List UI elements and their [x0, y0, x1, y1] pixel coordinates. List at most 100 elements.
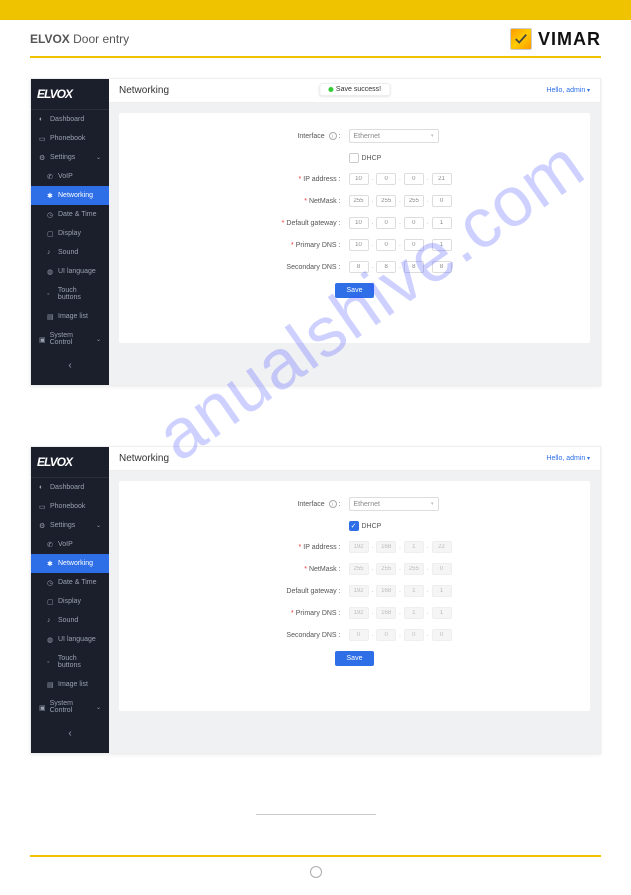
info-icon[interactable]: i — [329, 500, 337, 508]
label-gateway: *Default gateway : — [221, 220, 341, 227]
product-title: ELVOX Door entry — [30, 32, 129, 46]
sidebar: ELVOX ◐Dashboard ▭Phonebook ⚙Settings ✆V… — [31, 79, 109, 385]
gauge-icon: ◐ — [39, 116, 46, 123]
sound-icon: ♪ — [47, 617, 54, 624]
sidebar-item-sound[interactable]: ♪Sound — [31, 243, 109, 262]
save-success-toast: Save success! — [319, 83, 390, 96]
gauge-icon: ◐ — [39, 484, 46, 491]
vendor-logo: VIMAR — [510, 28, 601, 50]
book-icon: ▭ — [39, 503, 46, 510]
label-ipaddr: *IP address : — [221, 176, 341, 183]
gear-icon: ⚙ — [39, 154, 46, 161]
sidebar-item-dashboard[interactable]: ◐Dashboard — [31, 478, 109, 497]
separator-line — [256, 814, 376, 815]
success-icon — [328, 87, 333, 92]
page-header: ELVOX Door entry VIMAR — [0, 20, 631, 54]
sidebar-item-phonebook[interactable]: ▭Phonebook — [31, 129, 109, 148]
ipaddr-field[interactable]: ... — [349, 173, 489, 185]
pdns-field: ... — [349, 607, 489, 619]
phone-icon: ✆ — [47, 541, 54, 548]
control-icon: ▣ — [39, 704, 46, 711]
label-interface: Interface i : — [221, 500, 341, 508]
pdns-field[interactable]: ... — [349, 239, 489, 251]
page-number-circle — [0, 857, 631, 895]
dhcp-checkbox[interactable] — [349, 153, 359, 163]
save-button[interactable]: Save — [335, 283, 375, 298]
phone-icon: ✆ — [47, 173, 54, 180]
sidebar-item-display[interactable]: ▢Display — [31, 592, 109, 611]
main-panel: Networking Save success! Hello, admin In… — [109, 79, 600, 385]
sound-icon: ♪ — [47, 249, 54, 256]
form-panel: Interface i : Ethernet DHCP *IP address … — [119, 113, 590, 343]
sidebar-item-sound[interactable]: ♪Sound — [31, 611, 109, 630]
sidebar-item-settings[interactable]: ⚙Settings — [31, 148, 109, 167]
label-sdns: Secondary DNS : — [221, 264, 341, 271]
display-icon: ▢ — [47, 230, 54, 237]
sidebar-item-phonebook[interactable]: ▭Phonebook — [31, 497, 109, 516]
gateway-field[interactable]: ... — [349, 217, 489, 229]
netmask-field[interactable]: ... — [349, 195, 489, 207]
user-menu[interactable]: Hello, admin — [546, 455, 590, 462]
sidebar-collapse[interactable]: ‹ — [31, 720, 109, 747]
sidebar-collapse[interactable]: ‹ — [31, 352, 109, 379]
clock-icon: ◷ — [47, 579, 54, 586]
screenshot-2: ELVOX ◐Dashboard ▭Phonebook ⚙Settings ✆V… — [30, 446, 601, 754]
dhcp-checkbox[interactable]: ✓ — [349, 521, 359, 531]
sidebar-item-touch[interactable]: ◦Touch buttons — [31, 281, 109, 307]
netmask-field: ... — [349, 563, 489, 575]
book-icon: ▭ — [39, 135, 46, 142]
save-button[interactable]: Save — [335, 651, 375, 666]
main-topbar: Networking Hello, admin — [109, 447, 600, 471]
sidebar-item-display[interactable]: ▢Display — [31, 224, 109, 243]
label-sdns: Secondary DNS : — [221, 632, 341, 639]
sidebar-item-networking[interactable]: ✱Networking — [31, 186, 109, 205]
sidebar-item-voip[interactable]: ✆VoIP — [31, 535, 109, 554]
display-icon: ▢ — [47, 598, 54, 605]
gear-icon: ⚙ — [39, 522, 46, 529]
ip-seg[interactable] — [349, 173, 369, 185]
sdns-field: ... — [349, 629, 489, 641]
sidebar-logo: ELVOX — [31, 447, 109, 478]
dhcp-label: DHCP — [362, 155, 382, 162]
sidebar-item-dashboard[interactable]: ◐Dashboard — [31, 110, 109, 129]
form-panel: Interface i : Ethernet ✓ DHCP *IP addres… — [119, 481, 590, 711]
lang-icon: ◍ — [47, 636, 54, 643]
sidebar-item-syscontrol[interactable]: ▣System Control — [31, 694, 109, 720]
sidebar-item-datetime[interactable]: ◷Date & Time — [31, 205, 109, 224]
sidebar-item-imagelist[interactable]: ▤Image list — [31, 675, 109, 694]
lang-icon: ◍ — [47, 268, 54, 275]
interface-select[interactable]: Ethernet — [349, 497, 439, 511]
interface-select[interactable]: Ethernet — [349, 129, 439, 143]
sdns-field[interactable]: ... — [349, 261, 489, 273]
image-icon: ▤ — [47, 681, 54, 688]
sidebar: ELVOX ◐Dashboard ▭Phonebook ⚙Settings ✆V… — [31, 447, 109, 753]
page-title: Networking — [119, 453, 169, 464]
label-pdns: *Primary DNS : — [221, 610, 341, 617]
image-icon: ▤ — [47, 313, 54, 320]
label-netmask: *NetMask : — [221, 566, 341, 573]
sidebar-item-syscontrol[interactable]: ▣System Control — [31, 326, 109, 352]
sidebar-item-uilang[interactable]: ◍UI language — [31, 630, 109, 649]
sidebar-item-imagelist[interactable]: ▤Image list — [31, 307, 109, 326]
sidebar-item-networking[interactable]: ✱Networking — [31, 554, 109, 573]
sidebar-item-datetime[interactable]: ◷Date & Time — [31, 573, 109, 592]
screenshot-1: ELVOX ◐Dashboard ▭Phonebook ⚙Settings ✆V… — [30, 78, 601, 386]
label-ipaddr: *IP address : — [221, 544, 341, 551]
user-menu[interactable]: Hello, admin — [546, 87, 590, 94]
network-icon: ✱ — [47, 192, 54, 199]
vendor-name: VIMAR — [538, 29, 601, 50]
sidebar-item-settings[interactable]: ⚙Settings — [31, 516, 109, 535]
label-interface: Interface i : — [221, 132, 341, 140]
sidebar-item-uilang[interactable]: ◍UI language — [31, 262, 109, 281]
main-topbar: Networking Save success! Hello, admin — [109, 79, 600, 103]
page-top-bar — [0, 0, 631, 20]
control-icon: ▣ — [39, 336, 46, 343]
clock-icon: ◷ — [47, 211, 54, 218]
info-icon[interactable]: i — [329, 132, 337, 140]
gateway-field: ... — [349, 585, 489, 597]
sidebar-item-touch[interactable]: ◦Touch buttons — [31, 649, 109, 675]
sidebar-item-voip[interactable]: ✆VoIP — [31, 167, 109, 186]
label-gateway: Default gateway : — [221, 588, 341, 595]
sidebar-logo: ELVOX — [31, 79, 109, 110]
vimar-check-icon — [510, 28, 532, 50]
